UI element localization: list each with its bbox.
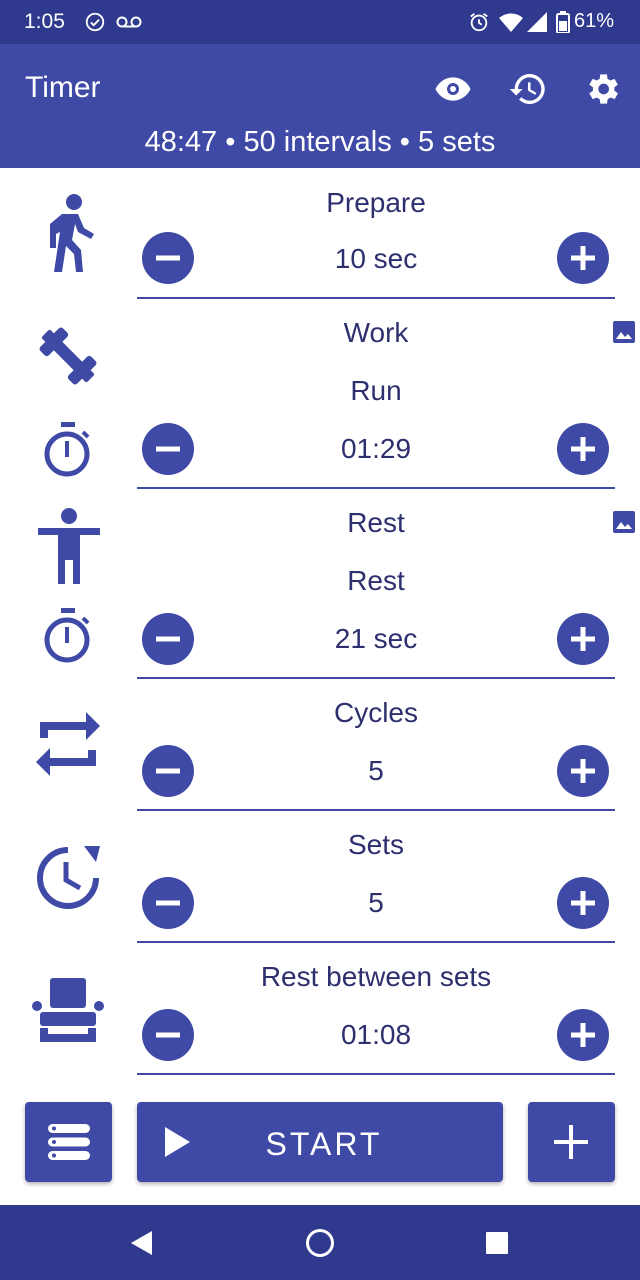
work-increase-button[interactable] [557,423,609,475]
sets-increase-button[interactable] [557,877,609,929]
battery-percent: 61% [573,10,614,32]
rest-between-sets-value[interactable]: 01:08 [137,1019,615,1051]
back-icon[interactable] [128,1230,154,1256]
timer-restart-icon [37,846,100,909]
repeat-icon [36,712,100,776]
sets-label: Sets [347,829,405,860]
work-label: Work [343,317,409,348]
row-sets: Sets 5 [0,812,640,944]
eye-icon[interactable] [433,69,473,109]
prepare-increase-button[interactable] [557,232,609,284]
cycles-increase-button[interactable] [557,745,609,797]
recents-icon[interactable] [485,1231,509,1255]
alarm-icon [470,13,488,32]
rest-value[interactable]: 21 sec [137,623,615,655]
stopwatch-icon [44,608,90,663]
rest-name[interactable]: Rest [137,565,615,597]
dumbbell-icon [39,327,97,385]
page-title: Timer [25,71,101,104]
work-value[interactable]: 01:29 [137,433,615,465]
row-work: Work Run 01:29 [0,300,640,490]
divider [137,677,615,679]
divider [137,297,615,299]
list-icon [48,1124,90,1160]
workout-list-button[interactable] [25,1102,112,1182]
divider [137,809,615,811]
prepare-label: Prepare [326,187,426,218]
wifi-icon [499,13,523,32]
standing-person-icon [38,508,100,584]
row-cycles: Cycles 5 [0,680,640,812]
cycles-value[interactable]: 5 [137,755,615,787]
sets-value[interactable]: 5 [137,887,615,919]
work-name[interactable]: Run [137,375,615,407]
settings-icon[interactable] [582,69,622,109]
row-prepare: Prepare 10 sec [0,168,640,300]
voicemail-icon [116,16,142,28]
status-time: 1:05 [24,10,65,33]
start-button[interactable]: START [137,1102,503,1182]
row-rest: Rest Rest 21 sec [0,490,640,680]
workout-summary: 48:47 • 50 intervals • 5 sets [144,126,496,158]
row-rest-between-sets: Rest between sets 01:08 [0,944,640,1076]
divider [137,941,615,943]
walking-person-icon [50,194,94,272]
plus-icon [554,1125,588,1159]
rest-label: Rest [347,507,405,538]
cycles-label: Cycles [333,697,418,728]
rest-between-sets-increase-button[interactable] [557,1009,609,1061]
stopwatch-icon [44,422,90,477]
rest-between-sets-label: Rest between sets [260,961,492,992]
armchair-icon [32,978,104,1042]
rest-increase-button[interactable] [557,613,609,665]
image-icon[interactable] [612,320,636,344]
start-label: START [265,1126,383,1162]
battery-icon [556,11,570,33]
add-button[interactable] [528,1102,615,1182]
divider [137,487,615,489]
prepare-value[interactable]: 10 sec [137,243,615,275]
signal-icon [527,12,547,32]
home-icon[interactable] [305,1228,335,1258]
check-circle-icon [85,12,105,32]
navigation-bar [0,1205,640,1280]
status-bar: 1:05 61% [0,0,640,44]
app-bar: Timer 48:47 • 50 intervals • 5 sets [0,44,640,168]
history-icon[interactable] [508,69,548,109]
image-icon[interactable] [612,510,636,534]
divider [137,1073,615,1075]
